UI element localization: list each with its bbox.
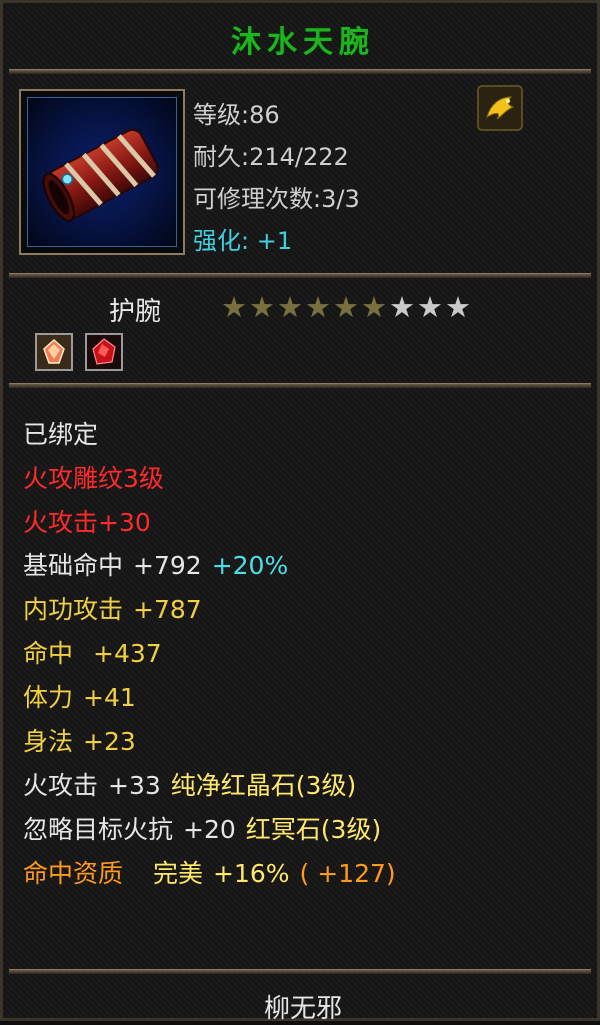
item-name: 沐水天腕	[231, 25, 375, 60]
stat-label: 忽略目标火抗	[23, 815, 174, 844]
item-enhance: 强化: +1	[193, 227, 293, 255]
stat-label: 基础命中	[23, 551, 124, 580]
stat-label: 命中资质	[23, 859, 124, 888]
item-level: 等级:86	[193, 101, 280, 129]
hit-line: 命中 +437	[23, 639, 162, 669]
divider	[9, 383, 591, 388]
stat-value: +23	[83, 727, 136, 756]
stat-value: +437	[93, 639, 162, 668]
gem2-line: 忽略目标火抗 +20 红冥石(3级)	[23, 815, 381, 845]
bound-status: 已绑定	[23, 420, 99, 449]
item-type: 护腕	[109, 297, 162, 327]
star-filled-icon: ★	[333, 290, 359, 324]
gem-name: 红冥石(3级)	[245, 815, 382, 844]
base-hit-line: 基础命中 +792 +20%	[23, 551, 288, 581]
star-filled-icon: ★	[221, 290, 247, 324]
gem-name: 纯净红晶石(3级)	[170, 771, 357, 800]
quality-value: +16%	[213, 859, 290, 888]
quality-bonus: ( +127)	[299, 859, 396, 888]
star-empty-icon: ★	[389, 290, 415, 324]
red-bracer-icon	[27, 97, 177, 247]
gem1-line: 火攻击 +33 纯净红晶石(3级)	[23, 771, 356, 801]
gold-dragon-emblem-icon[interactable]	[477, 85, 523, 131]
star-filled-icon: ★	[305, 290, 331, 324]
star-empty-icon: ★	[417, 290, 443, 324]
stat-percent: +20%	[211, 551, 289, 580]
star-filled-icon: ★	[277, 290, 303, 324]
red-dark-stone-gem-icon[interactable]	[85, 333, 123, 371]
item-icon-frame[interactable]	[19, 89, 185, 255]
item-tooltip: 沐水天腕 等级:86 耐久:214/222 可修理次数:3/3 强化: +1 护…	[0, 0, 600, 1024]
fire-attack-line: 火攻击+30	[23, 508, 151, 537]
divider	[9, 969, 591, 974]
owner-name: 柳无邪	[263, 994, 342, 1024]
star-empty-icon: ★	[445, 290, 471, 324]
stat-label: 内功攻击	[23, 595, 124, 624]
quality-grade: 完美	[153, 859, 204, 888]
stat-value: +792	[133, 551, 202, 580]
item-durability: 耐久:214/222	[193, 143, 349, 171]
engrave-line: 火攻雕纹3级	[23, 464, 164, 493]
stamina-line: 体力 +41	[23, 683, 136, 713]
stat-value: +20	[183, 815, 236, 844]
agility-line: 身法 +23	[23, 727, 136, 757]
stat-value: +787	[133, 595, 202, 624]
item-repair-count: 可修理次数:3/3	[193, 185, 360, 213]
stat-label: 火攻击	[23, 771, 99, 800]
stat-label: 身法	[23, 727, 74, 756]
divider	[9, 273, 591, 278]
star-filled-icon: ★	[249, 290, 275, 324]
stat-label: 命中	[23, 639, 74, 668]
internal-attack-line: 内功攻击 +787	[23, 595, 202, 625]
stat-value: +41	[83, 683, 136, 712]
stat-label: 体力	[23, 683, 74, 712]
star-filled-icon: ★	[361, 290, 387, 324]
stat-value: +33	[108, 771, 161, 800]
pure-red-crystal-gem-icon[interactable]	[35, 333, 73, 371]
quality-line: 命中资质 完美 +16% ( +127)	[23, 859, 396, 889]
star-rating: ★ ★ ★ ★ ★ ★ ★ ★ ★	[221, 293, 471, 322]
divider	[9, 69, 591, 74]
